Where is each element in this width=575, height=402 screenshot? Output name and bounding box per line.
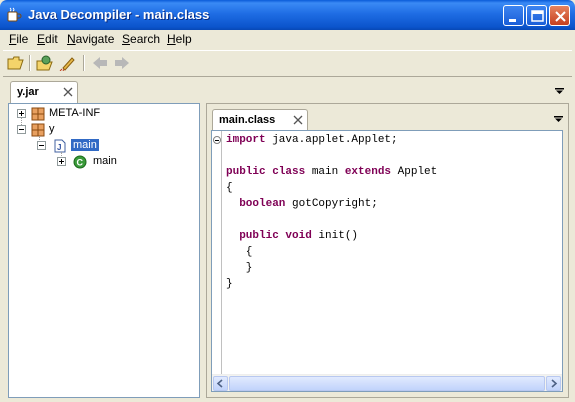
tree-node-label: main — [70, 138, 100, 152]
toolbar-separator — [29, 55, 31, 71]
expand-toggle[interactable] — [17, 109, 26, 118]
tree-node-main-file[interactable]: J main — [9, 138, 199, 154]
menu-help[interactable]: Help — [167, 32, 192, 46]
code-line: public class main extends Applet — [226, 166, 438, 178]
forward-arrow-icon[interactable] — [113, 55, 131, 71]
scroll-right-button[interactable] — [546, 376, 561, 391]
chevron-left-icon — [216, 379, 223, 388]
code-line: import java.applet.Applet; — [226, 134, 398, 146]
code-line: } — [226, 278, 233, 290]
tab-list-dropdown-icon[interactable] — [555, 88, 564, 94]
menu-navigate[interactable]: Navigate — [67, 32, 114, 46]
tab-y-jar[interactable]: y.jar — [10, 81, 78, 103]
menu-search[interactable]: Search — [122, 32, 160, 46]
close-icon[interactable] — [63, 87, 73, 97]
code-line: { — [226, 246, 253, 258]
class-c-icon: C — [73, 155, 87, 169]
editor-tab-list-dropdown-icon[interactable] — [554, 116, 563, 122]
svg-text:C: C — [77, 158, 84, 168]
window-title: Java Decompiler - main.class — [28, 7, 210, 22]
code-line: } — [226, 262, 253, 274]
source-code-view[interactable]: import java.applet.Applet; public class … — [211, 130, 563, 392]
main-panel: y.jar META-INF y J main C main main.clas… — [3, 76, 572, 399]
fold-gutter — [212, 131, 222, 374]
scrollbar-thumb[interactable] — [229, 376, 545, 391]
maximize-button[interactable] — [526, 5, 547, 26]
tree-node-main-class[interactable]: C main — [9, 154, 199, 170]
back-arrow-icon[interactable] — [91, 55, 109, 71]
package-icon — [31, 107, 45, 121]
code-line: boolean gotCopyright; — [226, 198, 378, 210]
tree-node-y[interactable]: y — [9, 122, 199, 138]
tree-node-label: META-INF — [49, 107, 101, 119]
java-file-icon: J — [54, 139, 66, 153]
tree-node-label: y — [49, 123, 55, 135]
package-icon — [31, 123, 45, 137]
title-bar: Java Decompiler - main.class — [0, 0, 575, 30]
close-icon[interactable] — [293, 115, 303, 125]
editor-panel: main.class import java.applet.Applet; pu… — [206, 103, 569, 398]
chevron-right-icon — [551, 379, 558, 388]
horizontal-scrollbar[interactable] — [212, 374, 562, 391]
minimize-button[interactable] — [503, 5, 524, 26]
coffee-cup-icon — [7, 7, 22, 22]
open-folder-icon[interactable] — [7, 55, 25, 71]
collapse-toggle[interactable] — [37, 141, 46, 150]
package-tree: META-INF y J main C main — [8, 103, 200, 398]
menu-edit[interactable]: Edit — [37, 32, 58, 46]
tree-node-label: main — [93, 155, 117, 167]
close-icon — [555, 11, 566, 22]
tab-main-class[interactable]: main.class — [212, 109, 308, 130]
search-rocket-icon[interactable] — [59, 55, 77, 71]
svg-text:J: J — [57, 143, 61, 152]
expand-toggle[interactable] — [57, 157, 66, 166]
minimize-icon — [509, 19, 516, 22]
toolbar — [3, 50, 572, 75]
collapse-toggle[interactable] — [17, 125, 26, 134]
menu-file[interactable]: File — [9, 32, 28, 46]
maximize-icon — [531, 10, 544, 22]
menu-bar: File Edit Navigate Search Help — [3, 30, 572, 49]
tree-node-meta-inf[interactable]: META-INF — [9, 106, 199, 122]
code-line: public void init() — [226, 230, 359, 242]
toolbar-separator — [83, 55, 85, 71]
scroll-left-button[interactable] — [213, 376, 228, 391]
close-button[interactable] — [549, 5, 570, 26]
tab-label: y.jar — [17, 86, 39, 98]
open-type-icon[interactable] — [36, 55, 54, 71]
code-line: { — [226, 182, 233, 194]
fold-collapse-icon[interactable] — [213, 136, 221, 144]
tab-label: main.class — [219, 114, 276, 126]
